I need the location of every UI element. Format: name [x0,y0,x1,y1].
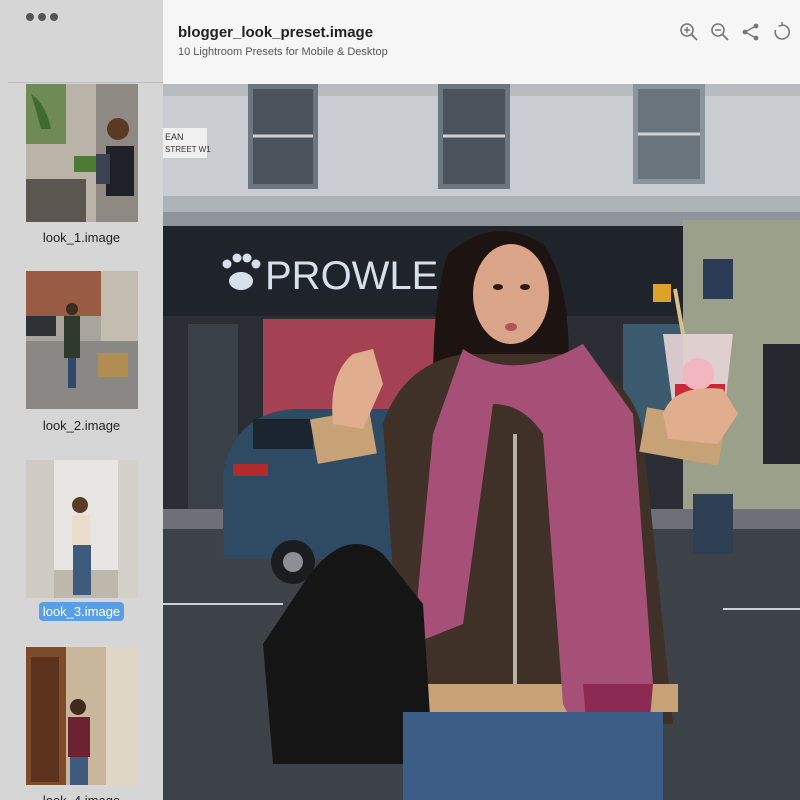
thumbnail-look-4[interactable] [26,647,138,785]
thumbnail-look-3[interactable] [26,460,138,598]
thumbnail-label[interactable]: look_3.image [0,602,163,621]
share-icon[interactable] [741,22,761,42]
toolbar [679,22,792,42]
viewer-header: blogger_look_preset.image 10 Lightroom P… [163,0,800,84]
thumbnail-look-1[interactable] [26,84,138,222]
rotate-icon[interactable] [772,22,792,42]
street-sign-text: STREET W1 [165,145,211,154]
more-dots-icon[interactable] [26,13,58,21]
street-sign-text: EAN [165,132,184,142]
file-subtitle: 10 Lightroom Presets for Mobile & Deskto… [178,46,388,58]
store-sign-text: PROWLE [265,254,438,298]
zoom-out-icon[interactable] [710,22,730,42]
sidebar-header [0,0,163,84]
thumbnail-look-2[interactable] [26,271,138,409]
thumbnail-label[interactable]: look_1.image [0,230,163,245]
divider [8,82,163,83]
thumbnail-label[interactable]: look_4.image [0,793,163,800]
sidebar: look_1.image look_2.image look_3.image [0,0,163,800]
zoom-in-icon[interactable] [679,22,699,42]
main-photo[interactable]: EAN STREET W1 PROWLE [163,84,800,800]
file-title: blogger_look_preset.image [178,24,374,41]
thumbnail-label[interactable]: look_2.image [0,418,163,433]
